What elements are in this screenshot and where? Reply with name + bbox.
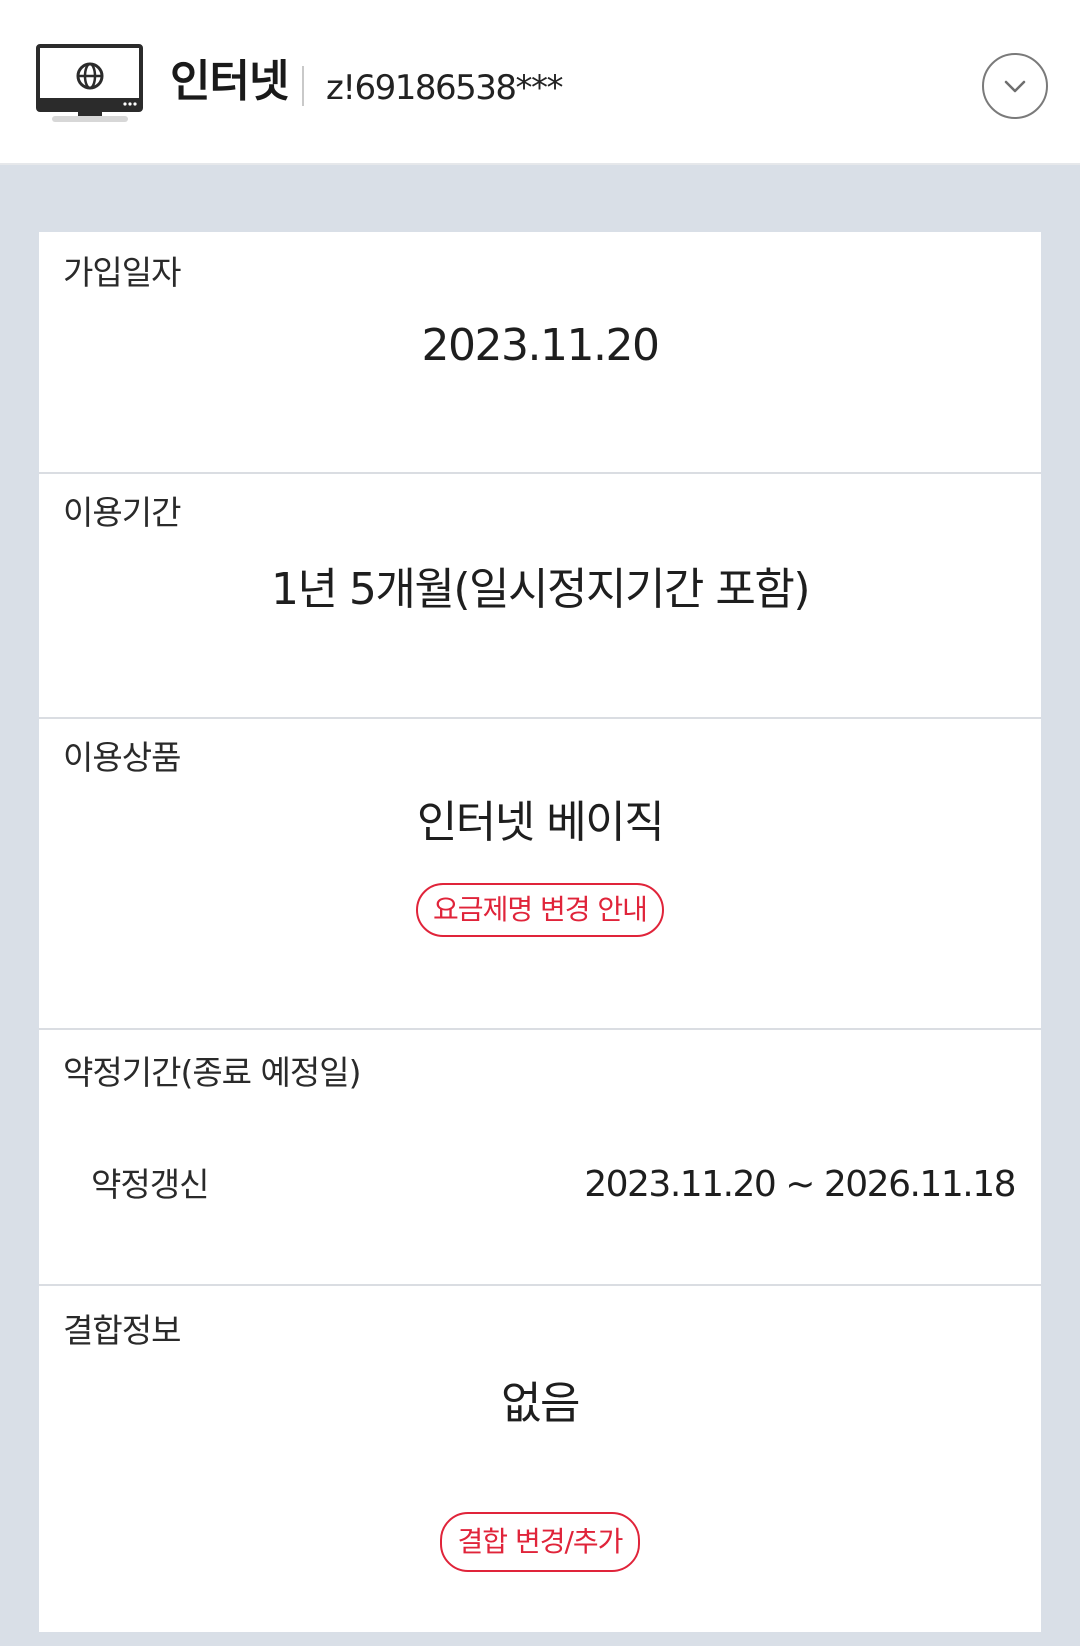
product-value: 인터넷 베이직	[416, 797, 665, 848]
usage-period-section: 이용기간 1년 5개월(일시정지기간 포함)	[39, 474, 1041, 719]
bundle-label: 결합정보	[63, 1311, 181, 1350]
usage-period-value: 1년 5개월(일시정지기간 포함)	[270, 564, 811, 615]
bundle-section: 결합정보 없음 결합 변경/추가	[39, 1286, 1041, 1646]
service-title: 인터넷	[170, 56, 289, 107]
header-divider	[302, 66, 304, 106]
join-date-value: 2023.11.20	[421, 320, 660, 371]
expand-button[interactable]	[982, 53, 1048, 119]
contract-period-value: 2023.11.20 ~ 2026.11.18	[584, 1164, 1016, 1205]
join-date-label: 가입일자	[63, 253, 181, 292]
usage-period-label: 이용기간	[63, 493, 181, 532]
contract-renewal-label: 약정갱신	[91, 1165, 209, 1204]
product-label: 이용상품	[63, 738, 181, 777]
join-date-section: 가입일자 2023.11.20	[39, 232, 1041, 474]
plan-name-change-button[interactable]: 요금제명 변경 안내	[416, 883, 664, 937]
service-detail-card: 가입일자 2023.11.20 이용기간 1년 5개월(일시정지기간 포함) 이…	[39, 232, 1041, 1632]
bundle-change-button[interactable]: 결합 변경/추가	[440, 1512, 640, 1572]
bundle-value: 없음	[501, 1378, 580, 1429]
service-header: 인터넷 z!69186538***	[0, 0, 1080, 165]
monitor-globe-icon	[36, 44, 144, 128]
contract-section: 약정기간(종료 예정일) 약정갱신 2023.11.20 ~ 2026.11.1…	[39, 1030, 1041, 1286]
contract-label: 약정기간(종료 예정일)	[63, 1053, 361, 1092]
product-section: 이용상품 인터넷 베이직 요금제명 변경 안내	[39, 719, 1041, 1030]
account-id: z!69186538***	[326, 68, 564, 108]
chevron-down-icon	[1004, 80, 1026, 93]
